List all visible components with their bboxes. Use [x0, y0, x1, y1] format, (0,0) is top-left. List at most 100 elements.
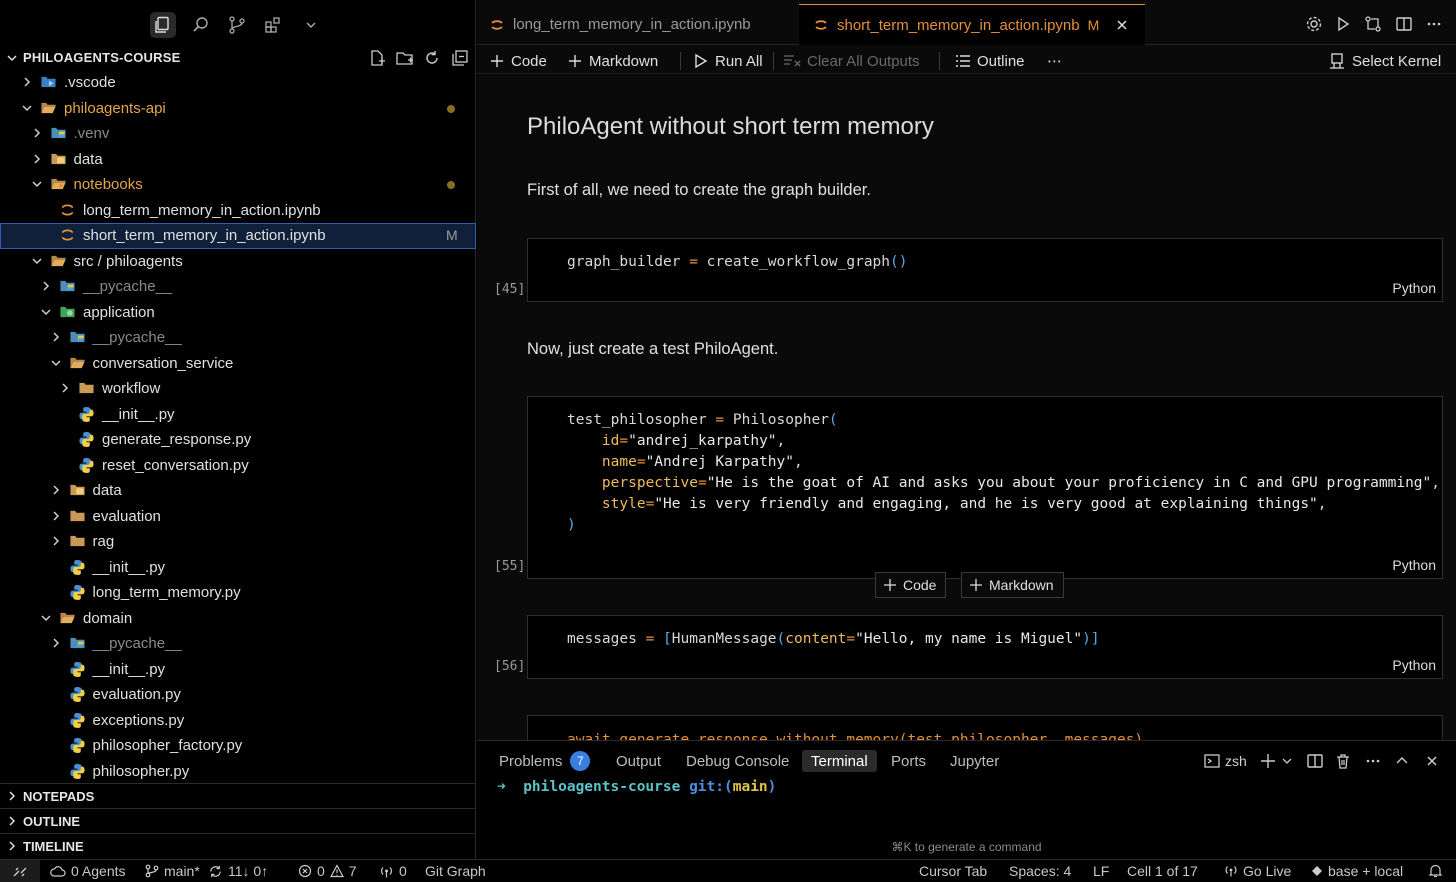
- environment-status[interactable]: base + local: [1311, 863, 1403, 879]
- git-graph-button[interactable]: Git Graph: [425, 863, 486, 879]
- explorer-icon[interactable]: [150, 12, 176, 38]
- chevron-right-icon[interactable]: [31, 153, 43, 165]
- tree-item[interactable]: long_term_memory.py: [0, 580, 476, 606]
- bell-icon[interactable]: [1428, 863, 1443, 878]
- close-icon[interactable]: [1115, 18, 1129, 32]
- chevron-down-icon[interactable]: [31, 178, 43, 190]
- indentation-status[interactable]: Spaces: 4: [1009, 863, 1071, 879]
- tree-item[interactable]: evaluation: [0, 504, 476, 530]
- more-actions-icon[interactable]: [1423, 13, 1445, 35]
- sync-status[interactable]: 11↓ 0↑: [208, 863, 268, 879]
- select-kernel-button[interactable]: Select Kernel: [1328, 50, 1441, 72]
- chevron-right-icon[interactable]: [40, 280, 52, 292]
- close-panel-icon[interactable]: [1425, 750, 1439, 772]
- tree-item[interactable]: notebooks: [0, 172, 476, 198]
- code-cell[interactable]: test_philosopher = Philosopher( id="andr…: [527, 396, 1443, 579]
- branch-status[interactable]: main*: [145, 863, 200, 879]
- terminal-shell-button[interactable]: zsh: [1203, 750, 1247, 772]
- tab-jupyter[interactable]: Jupyter: [950, 750, 999, 772]
- tab-output[interactable]: Output: [616, 750, 661, 772]
- chevron-right-icon[interactable]: [50, 510, 62, 522]
- problems-status[interactable]: 0 7: [298, 863, 357, 879]
- tree-item[interactable]: __pycache__: [0, 631, 476, 657]
- new-terminal-button[interactable]: [1259, 750, 1293, 772]
- tab-long-term-memory[interactable]: long_term_memory_in_action.ipynb: [477, 4, 799, 45]
- split-terminal-icon[interactable]: [1306, 750, 1324, 772]
- eol-status[interactable]: LF: [1093, 863, 1109, 879]
- tab-ports[interactable]: Ports: [891, 750, 926, 772]
- chevron-right-icon[interactable]: [50, 637, 62, 649]
- tree-item[interactable]: rag: [0, 529, 476, 555]
- tree-item[interactable]: .venv: [0, 121, 476, 147]
- chevron-down-icon[interactable]: [21, 102, 33, 114]
- chevron-down-icon[interactable]: [40, 306, 52, 318]
- gear-icon[interactable]: [1303, 13, 1325, 35]
- outline-button[interactable]: Outline: [955, 50, 1025, 72]
- chevron-right-icon[interactable]: [50, 535, 62, 547]
- notepads-panel-header[interactable]: NOTEPADS: [0, 783, 476, 808]
- new-file-icon[interactable]: [366, 47, 388, 69]
- cell-status[interactable]: Cell 1 of 17: [1127, 863, 1198, 879]
- tree-item[interactable]: __init__.py: [0, 555, 476, 581]
- tree-item[interactable]: exceptions.py: [0, 708, 476, 734]
- toolbar-more-button[interactable]: ⋯: [1047, 50, 1062, 72]
- tree-item[interactable]: application: [0, 300, 476, 326]
- tab-terminal[interactable]: Terminal: [802, 750, 877, 772]
- code-cell[interactable]: graph_builder = create_workflow_graph() …: [527, 238, 1443, 302]
- maximize-panel-icon[interactable]: [1394, 750, 1410, 772]
- tree-item[interactable]: workflow: [0, 376, 476, 402]
- tree-item[interactable]: src / philoagents: [0, 249, 476, 275]
- tree-item[interactable]: .vscode: [0, 70, 476, 96]
- insert-code-cell-button[interactable]: Code: [875, 572, 947, 598]
- split-editor-icon[interactable]: [1393, 13, 1415, 35]
- code-cell[interactable]: messages = [HumanMessage(content="Hello,…: [527, 615, 1443, 679]
- agents-status[interactable]: 0 Agents: [50, 863, 126, 879]
- outline-panel-header[interactable]: OUTLINE: [0, 808, 476, 833]
- terminal-prompt[interactable]: ➜ philoagents-course git:(main): [497, 779, 776, 795]
- chevron-right-icon[interactable]: [21, 76, 33, 88]
- chevron-right-icon[interactable]: [59, 382, 71, 394]
- tree-item[interactable]: philoagents-api: [0, 96, 476, 122]
- tab-debug-console[interactable]: Debug Console: [686, 750, 789, 772]
- clear-all-outputs-button[interactable]: Clear All Outputs: [783, 50, 920, 72]
- go-live-button[interactable]: Go Live: [1224, 863, 1291, 879]
- tree-item[interactable]: conversation_service: [0, 351, 476, 377]
- tree-item[interactable]: long_term_memory_in_action.ipynb: [0, 198, 476, 224]
- extensions-icon[interactable]: [260, 12, 286, 38]
- add-code-button[interactable]: Code: [489, 50, 547, 72]
- tab-problems[interactable]: Problems 7: [499, 750, 591, 772]
- cell-code[interactable]: await generate_response_without_memory(t…: [567, 730, 1143, 740]
- cell-language[interactable]: Python: [1392, 657, 1436, 673]
- tree-item[interactable]: domain: [0, 606, 476, 632]
- refresh-icon[interactable]: [421, 47, 443, 69]
- tree-item[interactable]: data: [0, 147, 476, 173]
- code-cell[interactable]: await generate_response_without_memory(t…: [527, 715, 1443, 740]
- ports-status[interactable]: 0: [379, 863, 407, 879]
- cell-language[interactable]: Python: [1392, 557, 1436, 573]
- cursor-tab-status[interactable]: Cursor Tab: [919, 863, 987, 879]
- cell-code[interactable]: test_philosopher = Philosopher( id="andr…: [567, 410, 1440, 536]
- tree-item[interactable]: data: [0, 478, 476, 504]
- tree-item[interactable]: __pycache__: [0, 325, 476, 351]
- insert-markdown-cell-button[interactable]: Markdown: [961, 572, 1064, 598]
- chevron-down-icon[interactable]: [298, 12, 324, 38]
- tree-item[interactable]: short_term_memory_in_action.ipynb M: [0, 223, 476, 249]
- search-icon[interactable]: [188, 12, 214, 38]
- run-all-button[interactable]: Run All: [693, 50, 763, 72]
- more-actions-icon[interactable]: [1364, 750, 1382, 772]
- tree-item[interactable]: philosopher.py: [0, 759, 476, 783]
- chevron-right-icon[interactable]: [50, 484, 62, 496]
- tree-item[interactable]: __init__.py: [0, 402, 476, 428]
- compare-changes-icon[interactable]: [1362, 13, 1384, 35]
- cell-language[interactable]: Python: [1392, 280, 1436, 296]
- timeline-panel-header[interactable]: TIMELINE: [0, 833, 476, 858]
- remote-indicator[interactable]: [0, 860, 40, 882]
- run-icon[interactable]: [1332, 13, 1354, 35]
- add-markdown-button[interactable]: Markdown: [567, 50, 658, 72]
- tree-item[interactable]: generate_response.py: [0, 427, 476, 453]
- tree-item[interactable]: __init__.py: [0, 657, 476, 683]
- tree-item[interactable]: reset_conversation.py: [0, 453, 476, 479]
- chevron-down-icon[interactable]: [31, 255, 43, 267]
- tab-short-term-memory[interactable]: short_term_memory_in_action.ipynb M: [799, 4, 1145, 45]
- chevron-right-icon[interactable]: [31, 127, 43, 139]
